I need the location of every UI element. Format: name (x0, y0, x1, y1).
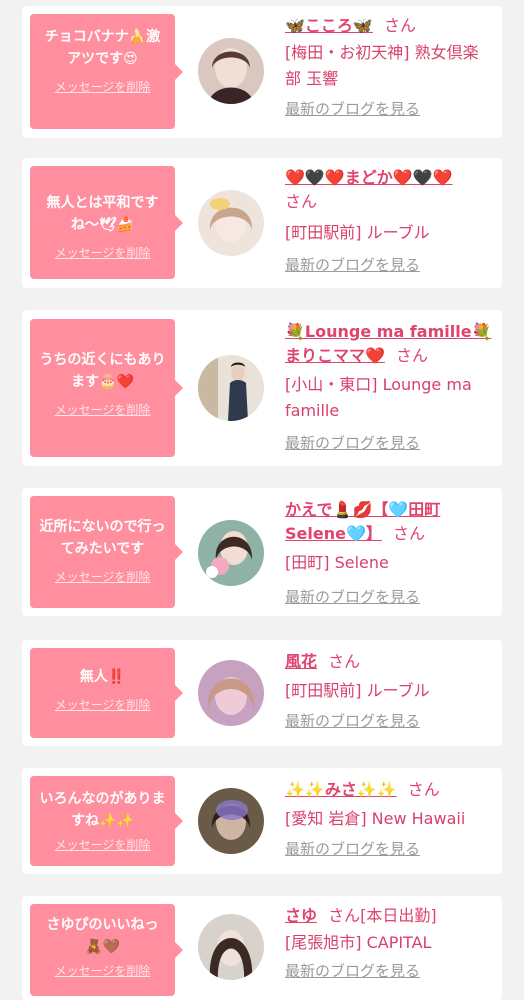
honorific: さん (407, 780, 440, 799)
delete-message-link[interactable]: メッセージを削除 (38, 78, 167, 95)
message-text: いろんなのがありますね✨✨ (39, 791, 166, 829)
message-text: 近所にないので行ってみたいです (39, 519, 166, 557)
message-bubble: うちの近くにもあります🎂❤️ メッセージを削除 (30, 319, 183, 457)
delete-message-link[interactable]: メッセージを削除 (38, 568, 167, 585)
latest-blog-link[interactable]: 最新のブログを見る (285, 586, 494, 607)
avatar-image (198, 38, 264, 104)
cast-name-link[interactable]: ✨✨みさ✨✨ (285, 780, 397, 799)
avatar[interactable] (198, 38, 264, 104)
latest-blog-link[interactable]: 最新のブログを見る (285, 254, 494, 275)
avatar[interactable] (198, 914, 264, 980)
message-bubble: いろんなのがありますね✨✨ メッセージを削除 (30, 776, 183, 866)
message-card: さゆぴのいいねっ🧸🤎 メッセージを削除 さゆ さん[本日出勤] [尾張旭市] C… (22, 896, 502, 1000)
honorific: さん (328, 652, 361, 671)
avatar-image (198, 190, 264, 256)
avatar[interactable] (198, 190, 264, 256)
avatar[interactable] (198, 660, 264, 726)
honorific: さん (285, 192, 318, 211)
cast-name-link[interactable]: 💐Lounge ma famille💐まりこママ❤️ (285, 322, 491, 365)
cast-name-link[interactable]: ❤️🖤❤️まどか❤️🖤❤️ (285, 168, 453, 187)
message-list: チョコバナナ🍌激アツです😍 メッセージを削除 🦋こころ🦋 さん [梅田・お初天神… (0, 0, 524, 1000)
delete-message-link[interactable]: メッセージを削除 (38, 962, 167, 979)
avatar[interactable] (198, 520, 264, 586)
avatar-image (198, 520, 264, 586)
cast-info: 🦋こころ🦋 さん [梅田・お初天神] 熟女倶楽部 玉響 最新のブログを見る (285, 14, 494, 119)
avatar-image (198, 788, 264, 854)
latest-blog-link[interactable]: 最新のブログを見る (285, 960, 494, 981)
latest-blog-link[interactable]: 最新のブログを見る (285, 432, 494, 453)
message-text: 無人‼️ (79, 669, 126, 685)
latest-blog-link[interactable]: 最新のブログを見る (285, 838, 494, 859)
honorific: さん (392, 524, 425, 543)
shop-name: [愛知 岩倉] New Hawaii (285, 809, 466, 828)
shop-name: [梅田・お初天神] 熟女倶楽部 玉響 (285, 43, 479, 88)
avatar[interactable] (198, 355, 264, 421)
avatar[interactable] (198, 788, 264, 854)
avatar-image (198, 660, 264, 726)
avatar-image (198, 355, 264, 421)
cast-info: ✨✨みさ✨✨ さん [愛知 岩倉] New Hawaii 最新のブログを見る (285, 778, 494, 859)
message-bubble: 無人とは平和ですね〜🕊🍰 メッセージを削除 (30, 166, 183, 279)
cast-info: かえで💄💋【🩵田町Selene🩵】 さん [田町] Selene 最新のブログを… (285, 498, 494, 607)
delete-message-link[interactable]: メッセージを削除 (38, 836, 167, 853)
working-today-status: [本日出勤] (360, 906, 437, 925)
cast-name-link[interactable]: さゆ (285, 906, 317, 925)
shop-name: [尾張旭市] CAPITAL (285, 933, 432, 952)
cast-info: さゆ さん[本日出勤] [尾張旭市] CAPITAL 最新のブログを見る (285, 904, 494, 981)
message-card: いろんなのがありますね✨✨ メッセージを削除 ✨✨みさ✨✨ さん [愛知 岩倉]… (22, 768, 502, 874)
message-bubble: 近所にないので行ってみたいです メッセージを削除 (30, 496, 183, 608)
message-bubble: 無人‼️ メッセージを削除 (30, 648, 183, 738)
latest-blog-link[interactable]: 最新のブログを見る (285, 98, 494, 119)
message-text: うちの近くにもあります🎂❤️ (39, 352, 166, 390)
cast-info: 💐Lounge ma famille💐まりこママ❤️ さん [小山・東口] Lo… (285, 320, 494, 453)
message-text: チョコバナナ🍌激アツです😍 (44, 29, 161, 67)
honorific: さん (383, 16, 416, 35)
delete-message-link[interactable]: メッセージを削除 (38, 244, 167, 261)
message-bubble: チョコバナナ🍌激アツです😍 メッセージを削除 (30, 14, 183, 129)
message-text: さゆぴのいいねっ🧸🤎 (46, 917, 159, 955)
message-card: うちの近くにもあります🎂❤️ メッセージを削除 💐Lounge ma famil… (22, 310, 502, 466)
message-card: 近所にないので行ってみたいです メッセージを削除 かえで💄💋【🩵田町Selene… (22, 488, 502, 616)
delete-message-link[interactable]: メッセージを削除 (38, 696, 167, 713)
honorific: さん (328, 906, 361, 925)
message-card: チョコバナナ🍌激アツです😍 メッセージを削除 🦋こころ🦋 さん [梅田・お初天神… (22, 6, 502, 138)
latest-blog-link[interactable]: 最新のブログを見る (285, 710, 494, 731)
shop-name: [町田駅前] ルーブル (285, 681, 430, 700)
delete-message-link[interactable]: メッセージを削除 (38, 401, 167, 418)
avatar-image (198, 914, 264, 980)
honorific: さん (396, 346, 429, 365)
cast-info: 風花 さん [町田駅前] ルーブル 最新のブログを見る (285, 650, 494, 731)
message-text: 無人とは平和ですね〜🕊🍰 (46, 195, 159, 233)
cast-name-link[interactable]: 🦋こころ🦋 (285, 16, 373, 35)
message-card: 無人とは平和ですね〜🕊🍰 メッセージを削除 ❤️🖤❤️まどか❤️🖤❤️ さん [… (22, 158, 502, 288)
shop-name: [町田駅前] ルーブル (285, 223, 430, 242)
cast-info: ❤️🖤❤️まどか❤️🖤❤️ さん [町田駅前] ルーブル 最新のブログを見る (285, 166, 494, 275)
message-bubble: さゆぴのいいねっ🧸🤎 メッセージを削除 (30, 904, 183, 996)
message-card: 無人‼️ メッセージを削除 風花 さん [町田駅前] ルーブル 最新のブログを見… (22, 640, 502, 746)
shop-name: [田町] Selene (285, 553, 389, 572)
shop-name: [小山・東口] Lounge ma famille (285, 375, 472, 420)
cast-name-link[interactable]: 風花 (285, 652, 317, 671)
